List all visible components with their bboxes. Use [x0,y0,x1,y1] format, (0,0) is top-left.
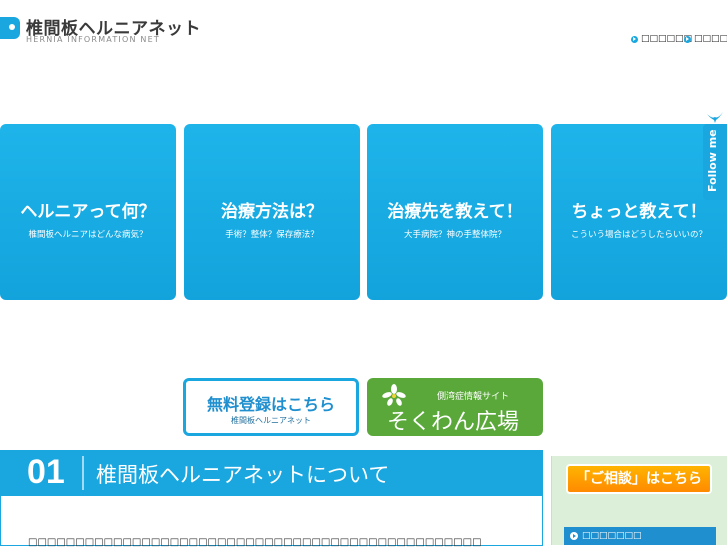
follow-me-button[interactable]: Follow me [703,124,727,200]
header-link-1[interactable]: □□□□□□ [631,34,692,44]
sidebar-link[interactable]: □□□□□□□ [564,527,716,545]
tile-subtitle: 手術？整体？保存療法？ [225,230,319,240]
arrow-circle-icon [570,532,578,540]
tile-treatment-method[interactable]: 治療方法は？ 手術？整体？保存療法？ [184,124,360,300]
site-subtitle: HERNIA INFORMATION NET [26,35,160,44]
header-link-2[interactable]: □□□□□□ [684,34,727,44]
tile-faq[interactable]: ちょっと教えて！ こういう場合はどうしたらいいの？ [551,124,727,300]
sokuwan-banner[interactable]: 側湾症情報サイト そくわん広場 [367,378,543,436]
section-body: □□□□□□□□□□□□□□□□□□□□□□□□□□□□□□□□□□□□□□□□… [0,496,543,548]
banner-subtitle: 椎間板ヘルニアネット [231,416,311,425]
sidebar-link-label: □□□□□□□ [582,531,642,541]
tile-subtitle: 椎間板ヘルニアはどんな病気？ [28,230,148,240]
tile-subtitle: 大手病院？神の手整体院？ [403,230,506,240]
banner-title: 無料登録はこちら [206,395,335,414]
section-number: 01 [27,453,65,491]
logo-icon[interactable] [0,17,20,39]
free-registration-banner[interactable]: 無料登録はこちら 椎間板ヘルニアネット [183,378,359,436]
bird-icon [707,112,723,123]
consult-button[interactable]: 「ご相談」はこちら [566,464,712,494]
divider [82,456,84,490]
tile-title: ちょっと教えて！ [571,202,707,222]
tile-what-is-hernia[interactable]: ヘルニアって何？ 椎間板ヘルニアはどんな病気？ [0,124,176,300]
header-link-label: □□□□□□ [694,34,727,44]
banner-title: そくわん広場 [387,410,520,435]
tile-title: ヘルニアって何？ [20,202,156,222]
banner-subtitle: 側湾症情報サイト [437,392,510,402]
tile-title: 治療方法は？ [221,202,323,222]
tile-treatment-places[interactable]: 治療先を教えて！ 大手病院？神の手整体院？ [367,124,543,300]
tile-title: 治療先を教えて！ [387,202,523,222]
tile-subtitle: こういう場合はどうしたらいいの？ [570,230,707,240]
arrow-circle-icon [684,35,691,43]
arrow-circle-icon [631,35,638,43]
follow-me-label: Follow me [706,129,719,192]
section-title: 椎間板ヘルニアネットについて [96,463,390,487]
section-header: 01 椎間板ヘルニアネットについて [0,450,543,496]
sidebar: 「ご相談」はこちら □□□□□□□ [551,456,727,545]
section-text: □□□□□□□□□□□□□□□□□□□□□□□□□□□□□□□□□□□□□□□□… [28,537,482,548]
